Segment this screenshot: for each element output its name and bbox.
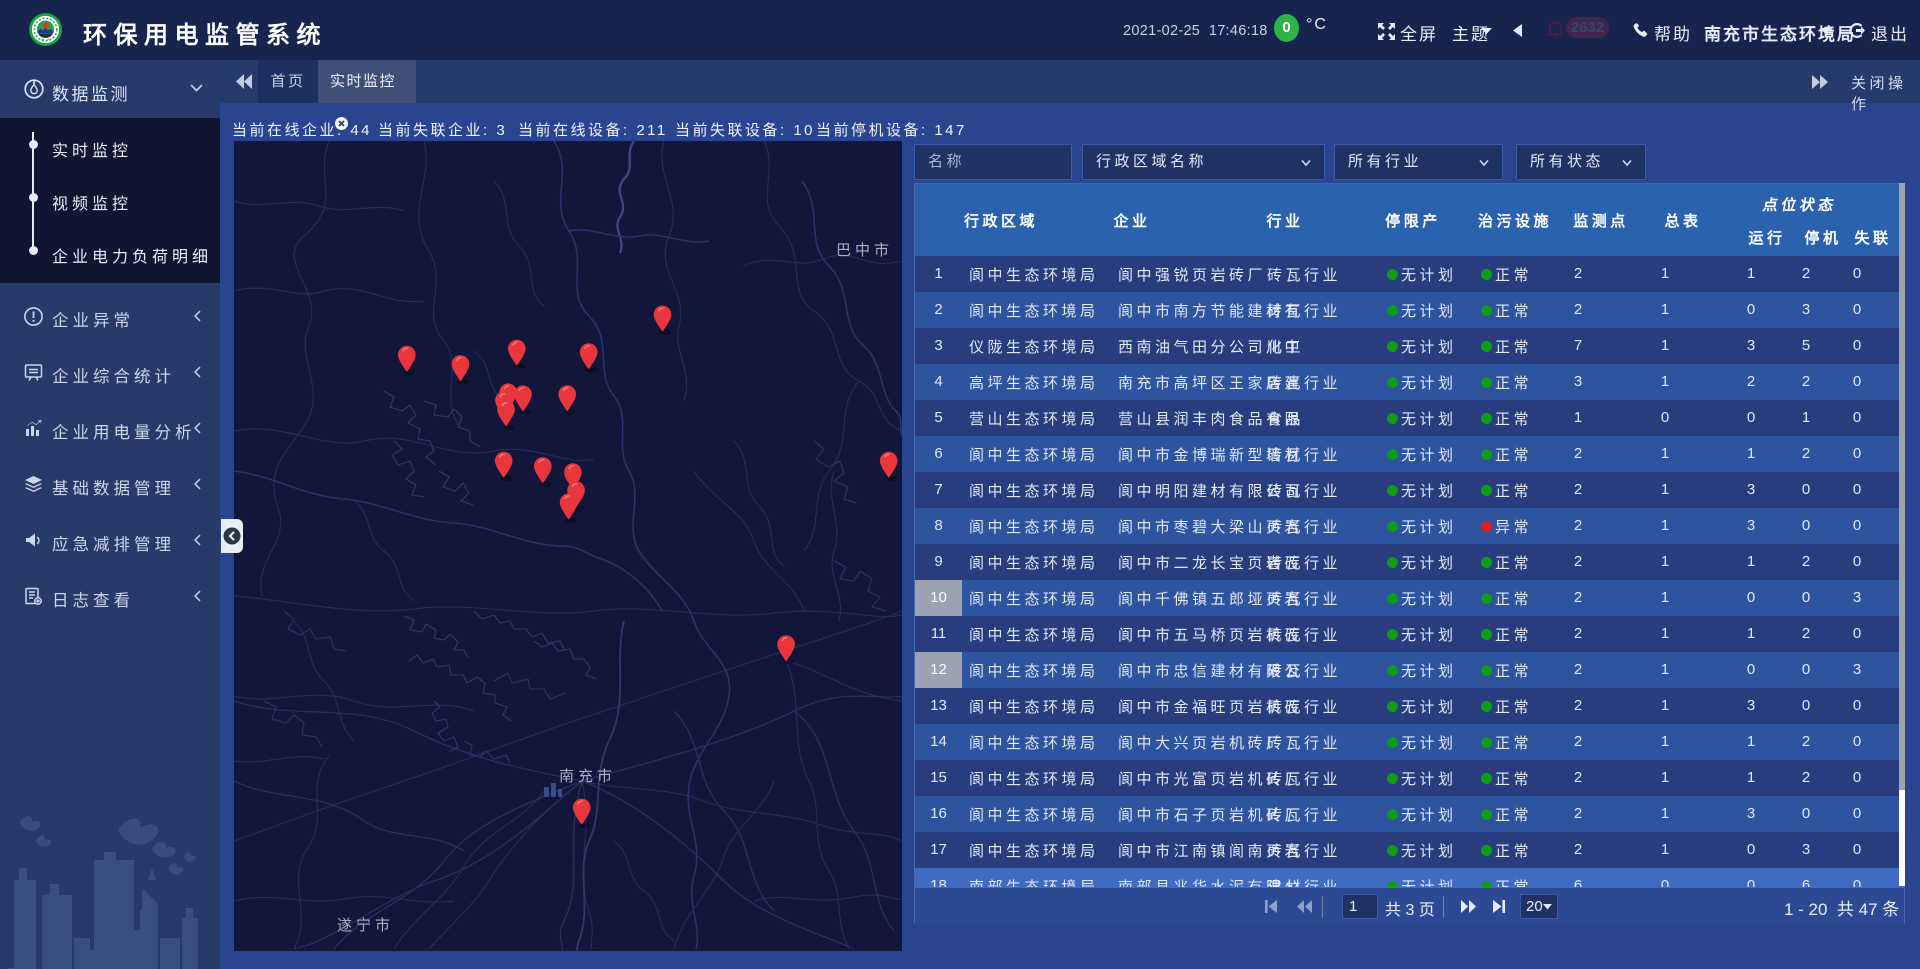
svg-text:遂宁市: 遂宁市	[337, 917, 394, 934]
svg-text:巴中市: 巴中市	[836, 242, 893, 259]
svg-text:南充市: 南充市	[559, 768, 616, 785]
